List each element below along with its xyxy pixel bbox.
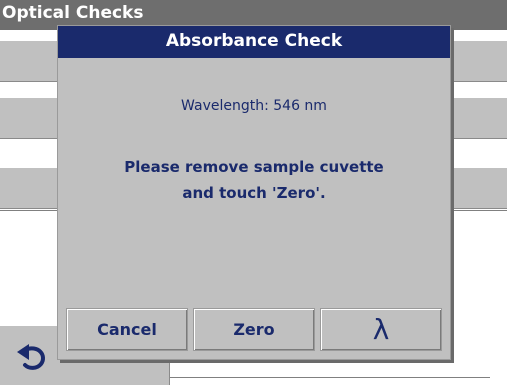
screen-title: Optical Checks (2, 3, 144, 23)
wavelength-readout: Wavelength: 546 nm (181, 98, 327, 114)
absorbance-check-dialog: Absorbance Check Wavelength: 546 nm Plea… (57, 25, 451, 360)
dialog-title: Absorbance Check (58, 26, 450, 58)
cancel-button[interactable]: Cancel (66, 308, 188, 351)
instruction-line-2: and touch 'Zero'. (182, 184, 326, 202)
zero-button[interactable]: Zero (193, 308, 315, 351)
instruction-line-1: Please remove sample cuvette (124, 158, 384, 176)
back-arrow-icon (17, 344, 45, 370)
divider (170, 377, 490, 378)
optical-checks-screen: Optical Checks Absorbance Check Waveleng… (0, 0, 507, 385)
instruction-text: Please remove sample cuvette and touch '… (78, 154, 430, 206)
wavelength-button[interactable]: λ (320, 308, 442, 351)
